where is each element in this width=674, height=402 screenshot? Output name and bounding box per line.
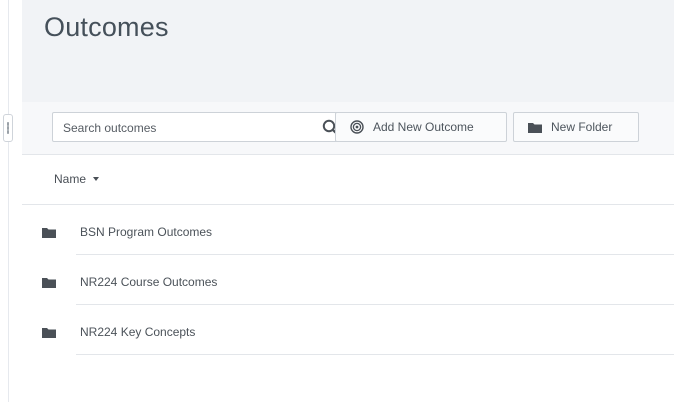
search-input[interactable] — [61, 118, 295, 138]
list-item-label: NR224 Key Concepts — [80, 325, 196, 339]
page-header: Outcomes — [22, 0, 674, 102]
outcomes-list: BSN Program Outcomes NR224 Course Outcom… — [22, 205, 674, 355]
list-item[interactable]: NR224 Course Outcomes — [22, 255, 674, 305]
page-title: Outcomes — [44, 12, 169, 42]
folder-icon — [42, 325, 56, 343]
folder-icon — [42, 225, 56, 243]
sort-by-name[interactable]: Name — [54, 172, 100, 186]
new-folder-label: New Folder — [551, 120, 613, 134]
sort-name-label: Name — [54, 172, 87, 186]
toolbar: Add New Outcome New Folder — [22, 102, 674, 155]
folder-icon — [528, 122, 542, 133]
list-item-label: BSN Program Outcomes — [80, 225, 213, 239]
folder-icon — [42, 275, 56, 293]
target-icon — [350, 120, 364, 134]
list-item[interactable]: BSN Program Outcomes — [22, 205, 674, 255]
new-folder-button[interactable]: New Folder — [513, 112, 639, 142]
divider — [76, 354, 674, 355]
add-new-outcome-button[interactable]: Add New Outcome — [335, 112, 507, 142]
chevron-down-icon — [93, 177, 100, 181]
left-rail — [0, 0, 10, 402]
resize-handle[interactable] — [3, 114, 13, 142]
list-item[interactable]: NR224 Key Concepts — [22, 305, 674, 355]
search-box — [52, 112, 348, 142]
add-new-outcome-label: Add New Outcome — [373, 120, 474, 134]
column-header: Name — [22, 155, 674, 205]
list-item-label: NR224 Course Outcomes — [80, 275, 218, 289]
